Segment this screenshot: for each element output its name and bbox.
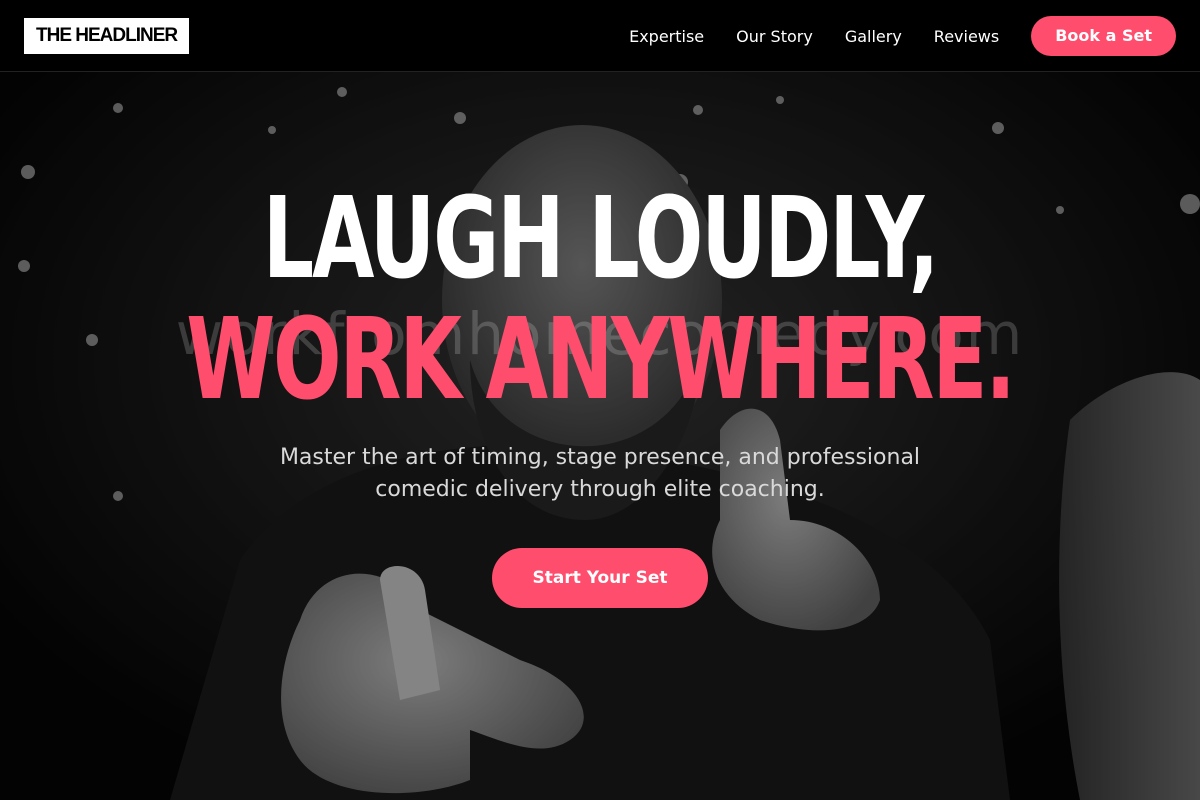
hero-headline: LAUGH LOUDLY, WORK ANYWHERE. — [0, 180, 1200, 422]
nav-link-reviews[interactable]: Reviews — [934, 27, 999, 46]
site-header: THE HEADLINER Expertise Our Story Galler… — [0, 0, 1200, 72]
headline-line-2: WORK ANYWHERE. — [186, 295, 1016, 425]
landing-page: THE HEADLINER Expertise Our Story Galler… — [0, 0, 1200, 800]
nav-link-expertise[interactable]: Expertise — [629, 27, 704, 46]
site-logo[interactable]: THE HEADLINER — [24, 18, 190, 54]
book-a-set-button[interactable]: Book a Set — [1031, 16, 1176, 56]
headline-line-1: LAUGH LOUDLY, — [262, 174, 940, 304]
hero-subtitle: Master the art of timing, stage presence… — [279, 445, 921, 502]
nav-link-gallery[interactable]: Gallery — [845, 27, 902, 46]
start-your-set-button[interactable]: Start Your Set — [492, 548, 708, 608]
nav-link-our-story[interactable]: Our Story — [736, 27, 813, 46]
main-nav: Expertise Our Story Gallery Reviews Book… — [629, 0, 1176, 72]
hero-section: LAUGH LOUDLY, WORK ANYWHERE. Master the … — [0, 72, 1200, 608]
